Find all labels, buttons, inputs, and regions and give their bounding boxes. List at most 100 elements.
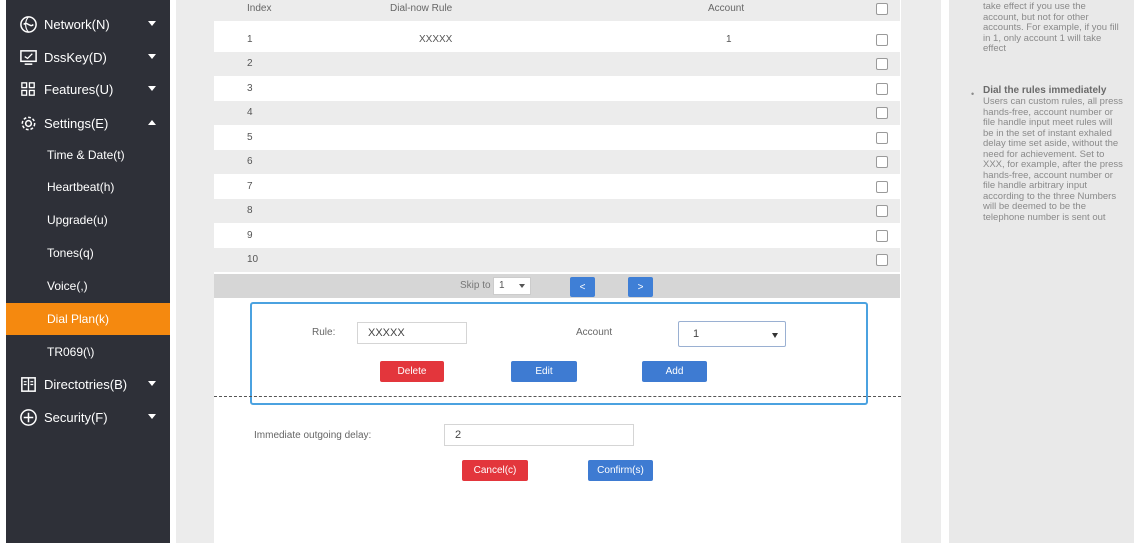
sidebar-item-voice[interactable]: Voice(,) xyxy=(6,270,170,302)
table-header: Index Dial-now Rule Account xyxy=(214,0,900,21)
sidebar-item-dial-plan[interactable]: Dial Plan(k) xyxy=(6,303,170,335)
row-checkbox[interactable] xyxy=(876,132,888,144)
sidebar-item-label: Dial Plan(k) xyxy=(47,312,110,326)
rule-input[interactable]: XXXXX xyxy=(357,322,467,344)
row-index: 1 xyxy=(247,34,253,45)
sidebar-item-upgrade[interactable]: Upgrade(u) xyxy=(6,204,170,236)
sidebar-item-label: Heartbeat(h) xyxy=(47,180,115,194)
header-account: Account xyxy=(708,3,745,14)
row-index: 10 xyxy=(247,254,259,265)
rule-label: Rule: xyxy=(312,327,336,338)
account-select-value: 1 xyxy=(693,328,700,340)
nav-settings[interactable]: Settings(E) xyxy=(6,107,170,139)
chevron-down-icon xyxy=(148,21,156,26)
row-checkbox[interactable] xyxy=(876,34,888,46)
gear-icon xyxy=(18,113,38,133)
next-page-button[interactable]: > xyxy=(628,277,653,297)
add-button[interactable]: Add xyxy=(642,361,707,382)
header-index: Index xyxy=(247,3,272,14)
nav-settings-label: Settings(E) xyxy=(44,115,109,131)
row-index: 5 xyxy=(247,132,253,143)
sidebar-item-label: Time & Date(t) xyxy=(47,148,125,162)
row-checkbox[interactable] xyxy=(876,156,888,168)
row-checkbox[interactable] xyxy=(876,83,888,95)
page-select[interactable]: 1 xyxy=(493,277,531,295)
shield-icon xyxy=(18,407,38,427)
nav-dsskey-label: DssKey(D) xyxy=(44,49,107,65)
row-index: 6 xyxy=(247,156,253,167)
confirm-button[interactable]: Confirm(s) xyxy=(588,460,653,481)
sidebar-item-tones[interactable]: Tones(q) xyxy=(6,237,170,269)
chevron-down-icon xyxy=(148,414,156,419)
help-body: Users can custom rules, all press hands-… xyxy=(983,96,1123,223)
table-row[interactable]: 9 xyxy=(214,224,900,248)
row-checkbox[interactable] xyxy=(876,254,888,266)
account-label: Account xyxy=(576,327,613,338)
row-index: 8 xyxy=(247,205,253,216)
sidebar: Network(N) DssKey(D) Features(U) Setting… xyxy=(6,0,170,543)
row-checkbox[interactable] xyxy=(876,205,888,217)
chevron-down-icon xyxy=(148,54,156,59)
table-row[interactable]: 10 xyxy=(214,248,900,272)
delay-label: Immediate outgoing delay: xyxy=(254,430,372,441)
pagination-bar: Skip to 1 < > xyxy=(214,274,900,298)
table-row[interactable]: 3 xyxy=(214,77,900,101)
cancel-button[interactable]: Cancel(c) xyxy=(462,460,528,481)
nav-security-label: Security(F) xyxy=(44,409,108,425)
row-checkbox[interactable] xyxy=(876,181,888,193)
table-row[interactable]: 8 xyxy=(214,199,900,223)
book-icon xyxy=(18,374,38,394)
help-title: Dial the rules immediately xyxy=(983,85,1107,96)
nav-dsskey[interactable]: DssKey(D) xyxy=(6,41,170,73)
sidebar-item-heartbeat[interactable]: Heartbeat(h) xyxy=(6,171,170,203)
row-index: 9 xyxy=(247,230,253,241)
table-row[interactable]: 5 xyxy=(214,126,900,150)
row-index: 2 xyxy=(247,58,253,69)
edit-button[interactable]: Edit xyxy=(511,361,577,382)
table-row[interactable]: 1 XXXXX 1 xyxy=(214,28,900,52)
sidebar-item-tr069[interactable]: TR069(\) xyxy=(6,336,170,368)
bullet-dot: • xyxy=(971,89,975,99)
monitor-icon xyxy=(18,47,38,67)
prev-page-button[interactable]: < xyxy=(570,277,595,297)
divider xyxy=(214,396,901,397)
table-row[interactable]: 4 xyxy=(214,101,900,125)
sidebar-item-time-date[interactable]: Time & Date(t) xyxy=(6,139,170,171)
delete-button[interactable]: Delete xyxy=(380,361,444,382)
table-row[interactable]: 7 xyxy=(214,175,900,199)
row-checkbox[interactable] xyxy=(876,58,888,70)
skip-to-label: Skip to xyxy=(460,280,491,291)
chevron-down-icon xyxy=(772,333,778,338)
network-icon xyxy=(18,14,38,34)
nav-directories[interactable]: Directotries(B) xyxy=(6,368,170,400)
row-rule: XXXXX xyxy=(419,34,453,45)
row-index: 7 xyxy=(247,181,253,192)
rule-edit-panel xyxy=(250,302,868,405)
sidebar-item-label: Voice(,) xyxy=(47,279,88,293)
help-panel: take effect if you use the account, but … xyxy=(949,0,1134,543)
row-checkbox[interactable] xyxy=(876,230,888,242)
sidebar-item-label: Upgrade(u) xyxy=(47,213,108,227)
delay-input[interactable]: 2 xyxy=(444,424,634,446)
chevron-down-icon xyxy=(148,381,156,386)
table-row[interactable]: 6 xyxy=(214,150,900,174)
chevron-down-icon xyxy=(148,86,156,91)
sidebar-item-label: TR069(\) xyxy=(47,345,95,359)
grid-icon xyxy=(18,79,38,99)
header-rule: Dial-now Rule xyxy=(390,3,453,14)
nav-network[interactable]: Network(N) xyxy=(6,8,170,40)
nav-security[interactable]: Security(F) xyxy=(6,401,170,433)
row-account: 1 xyxy=(726,34,732,45)
sidebar-item-label: Tones(q) xyxy=(47,246,94,260)
help-intro: take effect if you use the account, but … xyxy=(983,1,1119,54)
web-ui-page: Network(N) DssKey(D) Features(U) Setting… xyxy=(0,0,1134,543)
nav-features-label: Features(U) xyxy=(44,81,114,97)
nav-features[interactable]: Features(U) xyxy=(6,73,170,105)
row-index: 4 xyxy=(247,107,253,118)
select-all-checkbox[interactable] xyxy=(876,3,888,15)
nav-network-label: Network(N) xyxy=(44,16,110,32)
row-checkbox[interactable] xyxy=(876,107,888,119)
table-row[interactable]: 2 xyxy=(214,52,900,76)
account-select[interactable]: 1 xyxy=(678,321,786,347)
nav-directories-label: Directotries(B) xyxy=(44,376,128,392)
